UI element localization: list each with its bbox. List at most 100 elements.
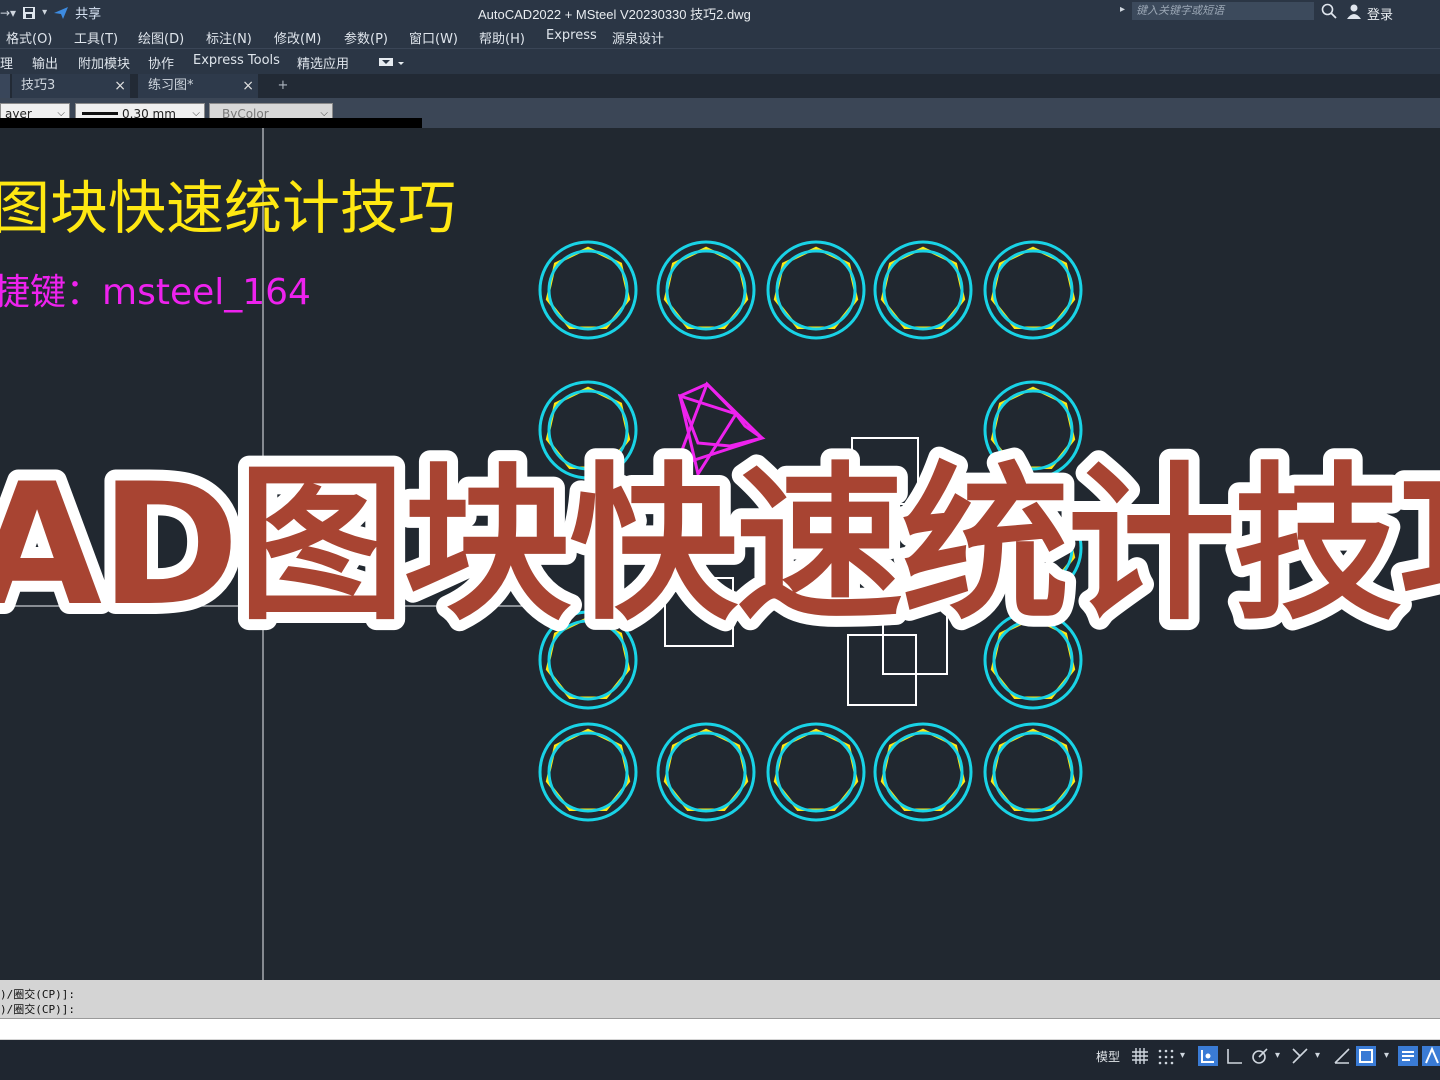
menu-modify[interactable]: 修改(M) (274, 28, 321, 47)
menu-yuanquan[interactable]: 源泉设计 (612, 28, 664, 47)
polar-tracking-icon[interactable] (1250, 1046, 1270, 1066)
inner-circle (547, 249, 629, 331)
chevron-down-icon[interactable]: ▾ (1315, 1050, 1320, 1061)
share-button[interactable]: 共享 (75, 3, 101, 22)
save-icon[interactable] (22, 6, 36, 20)
circle-block (983, 722, 1083, 822)
user-icon[interactable] (1346, 3, 1362, 19)
quick-access-toolbar: →▾ ▾ 共享 (0, 3, 101, 23)
outer-circle (983, 610, 1083, 710)
selection-cycling-icon[interactable] (1356, 1046, 1376, 1066)
circle-block (538, 380, 638, 480)
white-squares (664, 437, 948, 706)
outer-circle (538, 380, 638, 480)
outer-circle (538, 610, 638, 710)
inner-circle (775, 249, 857, 331)
inner-circle (547, 731, 629, 813)
white-square (664, 577, 734, 647)
menu-parametric[interactable]: 参数(P) (344, 28, 388, 47)
search-icon[interactable] (1321, 3, 1337, 19)
menu-format[interactable]: 格式(O) (6, 28, 52, 47)
outer-circle (873, 240, 973, 340)
close-icon[interactable]: × (242, 74, 254, 98)
login-button[interactable]: 登录 (1367, 4, 1393, 23)
doc-tab-label: 技巧3 (21, 78, 56, 93)
model-space-button[interactable]: 模型 (1096, 1048, 1120, 1065)
lineweight-icon[interactable] (1332, 1046, 1352, 1066)
outer-circle (766, 722, 866, 822)
inner-circle (992, 507, 1074, 589)
circle-block (656, 240, 756, 340)
inner-circle (665, 249, 747, 331)
properties-panel-icon[interactable] (1398, 1046, 1418, 1066)
document-tab-bar: 技巧3 × 练习图* × + (0, 74, 1440, 98)
menu-dimension[interactable]: 标注(N) (206, 28, 252, 47)
ribbon-tab-output[interactable]: 输出 (32, 53, 58, 72)
circle-block (656, 722, 756, 822)
ribbon-tab-featured-apps[interactable]: 精选应用 (297, 53, 349, 72)
circle-block (983, 610, 1083, 710)
drawing-svg[interactable]: 图块快速统计技巧 捷键：msteel_164 (0, 128, 1440, 980)
circle-block (873, 240, 973, 340)
redo-arrow-icon[interactable]: →▾ (0, 6, 16, 20)
outer-circle (983, 722, 1083, 822)
doc-tab-lianxitu[interactable]: 练习图* × (138, 74, 258, 98)
snap-icon[interactable] (1156, 1046, 1176, 1066)
inner-circle (992, 731, 1074, 813)
circle-block (766, 722, 866, 822)
quick-access-dropdown-icon[interactable]: ▾ (42, 7, 47, 18)
ortho-icon[interactable] (1224, 1046, 1244, 1066)
title-bar: →▾ ▾ 共享 AutoCAD2022 + MSteel V20230330 技… (0, 0, 1440, 24)
search-input[interactable]: 键入关键字或短语 (1132, 2, 1314, 20)
outer-circle (983, 380, 1083, 480)
share-icon[interactable] (53, 6, 69, 20)
properties-bar: ayer ⌵ 0.30 mm ⌵ ByColor ⌵ (0, 98, 1440, 128)
circle-block (983, 380, 1083, 480)
chevron-down-icon[interactable]: ▾ (1180, 1050, 1185, 1061)
outer-circle (983, 498, 1083, 598)
ribbon-panel-toggle-icon[interactable] (378, 57, 406, 69)
inner-circle (775, 731, 857, 813)
menu-express[interactable]: Express (546, 28, 597, 43)
drawing-heading: 图块快速统计技巧 (0, 174, 456, 242)
menu-draw[interactable]: 绘图(D) (138, 28, 184, 47)
new-tab-button[interactable]: + (272, 74, 294, 98)
menu-bar: 格式(O) 工具(T) 绘图(D) 标注(N) 修改(M) 参数(P) 窗口(W… (0, 24, 1440, 48)
close-icon[interactable]: × (114, 74, 126, 98)
outer-circle (766, 240, 866, 340)
magenta-triangle-b (673, 381, 765, 469)
doc-tab-jiqiao3[interactable]: 技巧3 × (12, 74, 130, 98)
inner-circle (547, 389, 629, 471)
command-history-line: )/圈交(CP)]: (0, 988, 75, 1001)
circle-block (538, 722, 638, 822)
doc-tab-start[interactable] (0, 74, 10, 98)
command-input[interactable] (0, 1018, 1440, 1039)
grid-icon[interactable] (1130, 1046, 1150, 1066)
search-expand-icon[interactable]: ▸ (1120, 4, 1125, 15)
outer-circle (983, 240, 1083, 340)
outer-circle (656, 722, 756, 822)
menu-help[interactable]: 帮助(H) (479, 28, 525, 47)
infer-constraints-icon[interactable] (1198, 1046, 1218, 1066)
magenta-star-block (673, 381, 766, 478)
annotation-scale-icon[interactable] (1422, 1046, 1440, 1066)
menu-tools[interactable]: 工具(T) (74, 28, 118, 47)
ribbon-tab-collaborate[interactable]: 协作 (148, 53, 174, 72)
ribbon-tab-addins[interactable]: 附加模块 (78, 53, 130, 72)
ribbon-tab-manage[interactable]: 理 (0, 53, 13, 72)
ribbon-tabs: 理 输出 附加模块 协作 Express Tools 精选应用 (0, 48, 1440, 74)
drawing-shortcut: 捷键：msteel_164 (0, 272, 311, 313)
props-bar-shadow (0, 118, 422, 128)
ribbon-tab-express-tools[interactable]: Express Tools (193, 53, 280, 68)
chevron-down-icon[interactable]: ▾ (1384, 1050, 1389, 1061)
menu-window[interactable]: 窗口(W) (409, 28, 458, 47)
outer-circle (656, 240, 756, 340)
object-snap-tracking-icon[interactable] (1290, 1046, 1310, 1066)
window-title: AutoCAD2022 + MSteel V20230330 技巧2.dwg (478, 7, 751, 22)
circle-block (873, 722, 973, 822)
doc-tab-label: 练习图* (148, 78, 194, 93)
chevron-down-icon[interactable]: ▾ (1275, 1050, 1280, 1061)
circle-block (538, 240, 638, 340)
circle-block (983, 240, 1083, 340)
drawing-canvas[interactable]: 图块快速统计技巧 捷键：msteel_164 (0, 128, 1440, 980)
